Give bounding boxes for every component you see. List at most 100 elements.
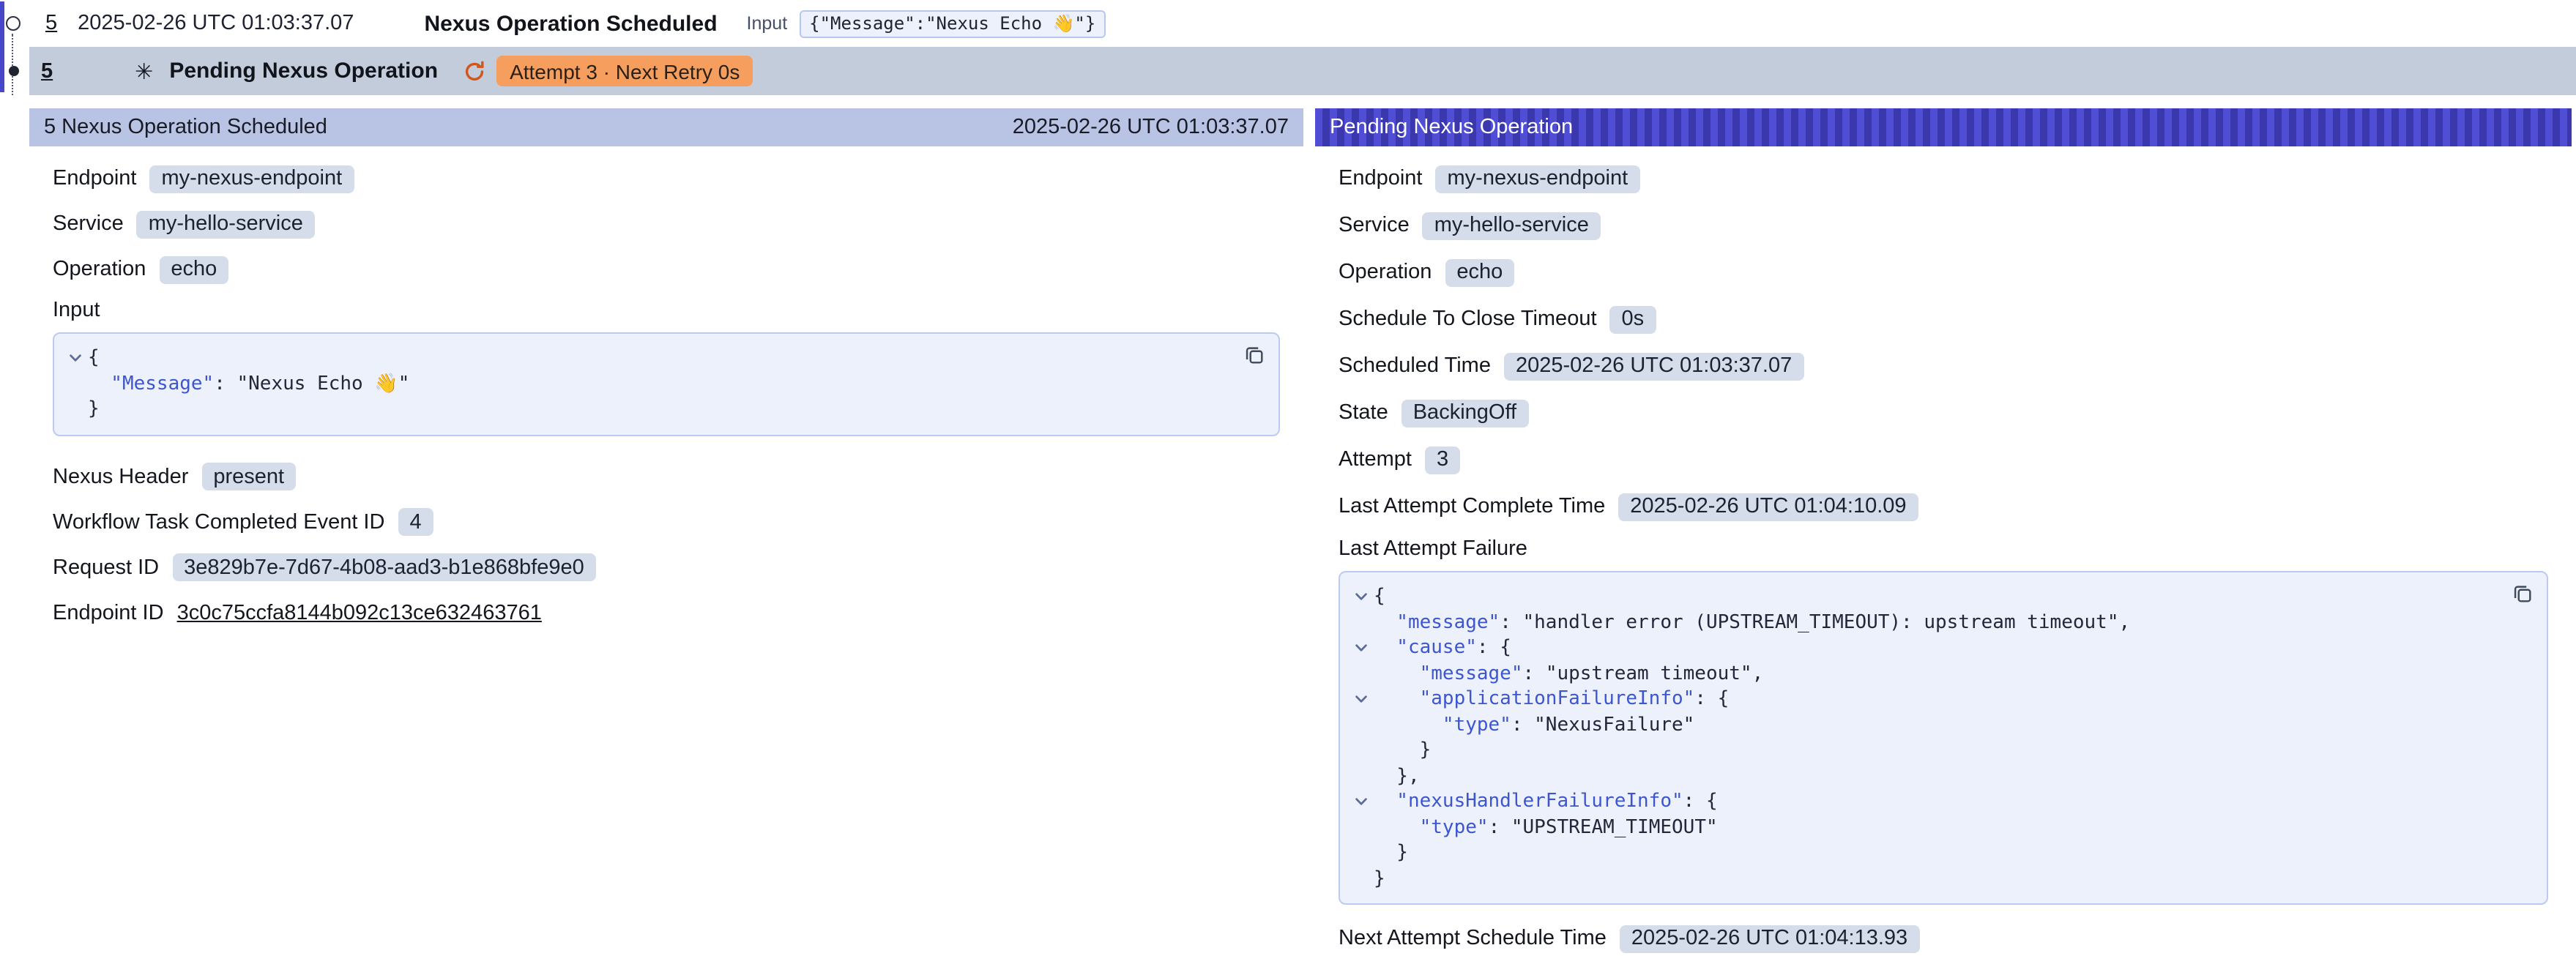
field-value-badge: my-nexus-endpoint	[150, 165, 354, 193]
field-label: Attempt	[1339, 448, 1412, 471]
timeline-connector	[12, 34, 13, 95]
field-row: Attempt 3	[1339, 444, 2548, 476]
code-line: "applicationFailureInfo": {	[1349, 687, 2497, 712]
field-value-badge: 2025-02-26 UTC 01:04:13.93	[1620, 925, 1919, 952]
code-text: }	[1374, 840, 1408, 866]
event-id-link[interactable]: 5	[41, 59, 53, 83]
chevron-spacer	[1349, 738, 1374, 742]
field-label: Request ID	[53, 556, 159, 579]
code-line: "type": "NexusFailure"	[1349, 712, 2497, 738]
code-text: "cause": {	[1374, 635, 1511, 661]
code-text: "message": "handler error (UPSTREAM_TIME…	[1374, 610, 2130, 635]
field-row: Last Attempt Complete Time 2025-02-26 UT…	[1339, 490, 2548, 523]
input-preview-label: Input	[747, 13, 788, 34]
timeline-node-circle	[6, 16, 21, 31]
retry-icon	[463, 59, 486, 83]
copy-icon	[1243, 344, 1265, 366]
scheduled-panel-body: Endpoint my-nexus-endpoint Service my-he…	[29, 146, 1303, 629]
event-timestamp: 2025-02-26 UTC 01:03:37.07	[78, 12, 354, 35]
field-row: Service my-hello-service	[1339, 209, 2548, 242]
chevron-spacer	[63, 397, 88, 401]
chevron-spacer	[1349, 866, 1374, 870]
field-value-badge: echo	[159, 255, 228, 283]
failure-json-viewer: { "message": "handler error (UPSTREAM_TI…	[1339, 571, 2548, 905]
code-text: "type": "UPSTREAM_TIMEOUT"	[1374, 815, 1718, 840]
copy-button[interactable]	[1240, 341, 1268, 369]
field-label: Operation	[1339, 261, 1432, 284]
chevron-spacer	[1349, 815, 1374, 819]
scheduled-panel-header: 5 Nexus Operation Scheduled 2025-02-26 U…	[29, 108, 1303, 146]
collapse-chevron-icon[interactable]	[1349, 635, 1374, 656]
field-row: Workflow Task Completed Event ID 4	[53, 506, 1280, 538]
field-row: Nexus Header present	[53, 460, 1280, 493]
field-row: Endpoint my-nexus-endpoint	[1339, 163, 2548, 195]
event-row-pending[interactable]: 5 ✳ Pending Nexus Operation Attempt 3 · …	[29, 47, 2576, 95]
collapse-chevron-icon[interactable]	[1349, 789, 1374, 810]
code-line: "type": "UPSTREAM_TIMEOUT"	[1349, 815, 2497, 840]
code-text: {	[1374, 584, 1385, 610]
code-line: }	[1349, 840, 2497, 866]
code-line: }	[63, 397, 1229, 422]
field-label: Endpoint ID	[53, 601, 164, 624]
collapse-chevron-icon[interactable]	[1349, 687, 1374, 707]
field-value-badge: 2025-02-26 UTC 01:04:10.09	[1618, 493, 1918, 520]
event-row-scheduled[interactable]: 5 2025-02-26 UTC 01:03:37.07 Nexus Opera…	[29, 0, 2576, 47]
failure-section-label: Last Attempt Failure	[1339, 537, 2548, 561]
copy-button[interactable]	[2509, 580, 2536, 608]
field-value-badge: my-hello-service	[137, 210, 315, 238]
field-value-badge: my-nexus-endpoint	[1436, 165, 1640, 193]
field-label: Service	[53, 212, 124, 236]
event-id-link[interactable]: 5	[45, 12, 57, 35]
code-line: {	[63, 346, 1229, 371]
code-line: },	[1349, 763, 2497, 789]
field-label: Service	[1339, 214, 1410, 237]
field-row: Request ID 3e829b7e-7d67-4b08-aad3-b1e86…	[53, 551, 1280, 583]
scheduled-event-panel: 5 Nexus Operation Scheduled 2025-02-26 U…	[29, 108, 1303, 956]
json-code-lines: { "message": "handler error (UPSTREAM_TI…	[1349, 584, 2497, 892]
field-value-badge: 3e829b7e-7d67-4b08-aad3-b1e868bfe9e0	[172, 553, 596, 581]
code-text: "Message": "Nexus Echo 👋"	[88, 371, 409, 397]
pending-panel-title: Pending Nexus Operation	[1330, 116, 1573, 139]
chevron-spacer	[1349, 661, 1374, 665]
field-row: Service my-hello-service	[53, 208, 1280, 240]
field-value-badge: 4	[398, 508, 433, 536]
retry-attempt-badge: Attempt 3 · Next Retry 0s	[496, 56, 753, 86]
detail-panels: 5 Nexus Operation Scheduled 2025-02-26 U…	[29, 108, 2572, 956]
pending-event-title: Pending Nexus Operation	[169, 59, 438, 83]
code-line: "message": "upstream timeout",	[1349, 661, 2497, 687]
active-event-indicator	[0, 1, 4, 92]
code-line: "nexusHandlerFailureInfo": {	[1349, 789, 2497, 815]
field-row: Endpoint ID 3c0c75ccfa8144b092c13ce63246…	[53, 597, 1280, 629]
field-label: Operation	[53, 258, 146, 281]
code-line: "Message": "Nexus Echo 👋"	[63, 371, 1229, 397]
code-text: },	[1374, 763, 1420, 789]
timeline-node-dot	[8, 66, 18, 76]
code-text: "type": "NexusFailure"	[1374, 712, 1694, 738]
field-label: Endpoint	[53, 167, 137, 190]
code-text: "message": "upstream timeout",	[1374, 661, 1763, 687]
field-label: Schedule To Close Timeout	[1339, 307, 1597, 331]
code-text: }	[1374, 738, 1431, 763]
copy-icon	[2512, 583, 2534, 605]
code-line: "message": "handler error (UPSTREAM_TIME…	[1349, 610, 2497, 635]
field-value-badge: present	[201, 463, 296, 490]
chevron-spacer	[1349, 840, 1374, 845]
collapse-chevron-icon[interactable]	[63, 346, 88, 366]
code-text: }	[1374, 866, 1385, 892]
code-line: "cause": {	[1349, 635, 2497, 661]
endpoint-id-link[interactable]: 3c0c75ccfa8144b092c13ce632463761	[177, 601, 542, 624]
field-row: State BackingOff	[1339, 397, 2548, 429]
field-row: Operation echo	[53, 253, 1280, 285]
chevron-spacer	[63, 371, 88, 376]
input-preview-chip: {"Message":"Nexus Echo 👋"}	[799, 10, 1106, 37]
field-row: Endpoint my-nexus-endpoint	[53, 163, 1280, 195]
code-text: "applicationFailureInfo": {	[1374, 687, 1729, 712]
event-title: Nexus Operation Scheduled	[424, 11, 717, 36]
pending-panel-header: Pending Nexus Operation	[1315, 108, 2572, 146]
field-label: Next Attempt Schedule Time	[1339, 927, 1607, 950]
collapse-chevron-icon[interactable]	[1349, 584, 1374, 605]
code-line: {	[1349, 584, 2497, 610]
field-label: Nexus Header	[53, 465, 188, 488]
pending-panel-body: Endpoint my-nexus-endpoint Service my-he…	[1315, 146, 2572, 955]
field-row: Schedule To Close Timeout 0s	[1339, 303, 2548, 335]
